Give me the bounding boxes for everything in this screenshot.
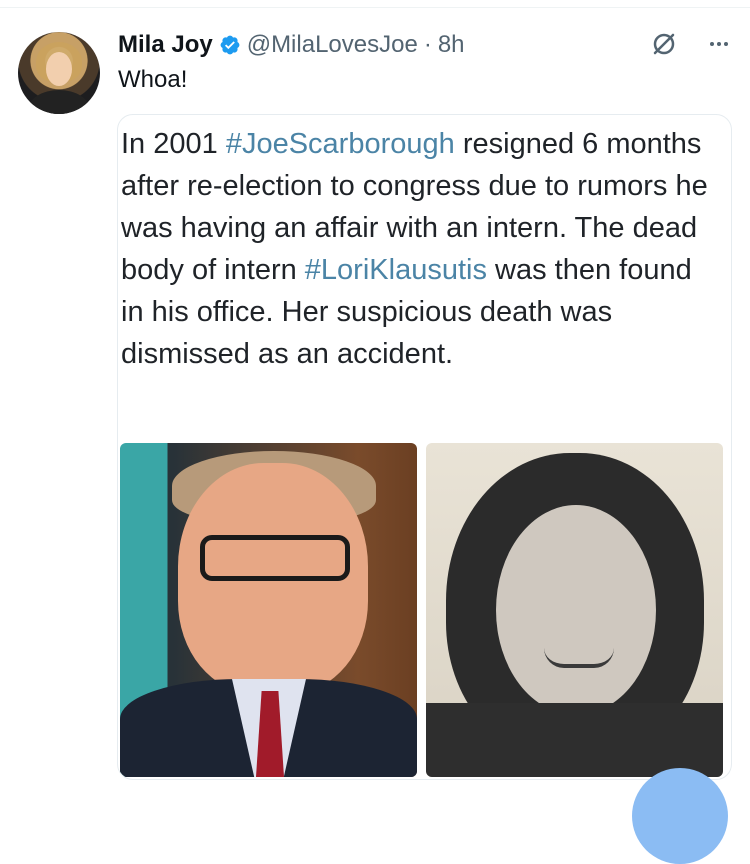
tweet[interactable]: Mila Joy @MilaLovesJoe · 8h Whoa! In 200… bbox=[0, 0, 750, 864]
author-handle[interactable]: @MilaLovesJoe bbox=[247, 31, 418, 59]
post-time[interactable]: 8h bbox=[438, 31, 465, 59]
avatar-body bbox=[28, 90, 90, 114]
hashtag-lori-klausutis[interactable]: #LoriKlausutis bbox=[305, 254, 487, 286]
man-glasses bbox=[200, 535, 350, 581]
woman-photo[interactable] bbox=[426, 443, 723, 777]
grok-icon[interactable] bbox=[650, 30, 678, 58]
more-icon[interactable] bbox=[706, 31, 732, 57]
woman-smile bbox=[544, 648, 614, 668]
author-name[interactable]: Mila Joy bbox=[118, 31, 213, 59]
card-text-segment-1: In 2001 bbox=[121, 128, 226, 160]
avatar-face bbox=[46, 52, 72, 86]
man-photo[interactable] bbox=[120, 443, 417, 777]
woman-face bbox=[496, 505, 656, 715]
tweet-actions-top bbox=[650, 30, 732, 58]
meta-separator: · bbox=[423, 31, 432, 58]
media-card-text: In 2001 #JoeScarborough resigned 6 month… bbox=[121, 123, 721, 375]
verified-badge-icon bbox=[219, 34, 241, 56]
tweet-header: Mila Joy @MilaLovesJoe · 8h bbox=[118, 28, 465, 62]
avatar[interactable] bbox=[18, 32, 100, 114]
tweet-text: Whoa! bbox=[118, 66, 188, 93]
compose-fab[interactable] bbox=[632, 768, 728, 864]
hashtag-joe-scarborough[interactable]: #JoeScarborough bbox=[226, 128, 455, 160]
media-card[interactable]: In 2001 #JoeScarborough resigned 6 month… bbox=[117, 114, 732, 780]
woman-outfit bbox=[426, 703, 723, 777]
